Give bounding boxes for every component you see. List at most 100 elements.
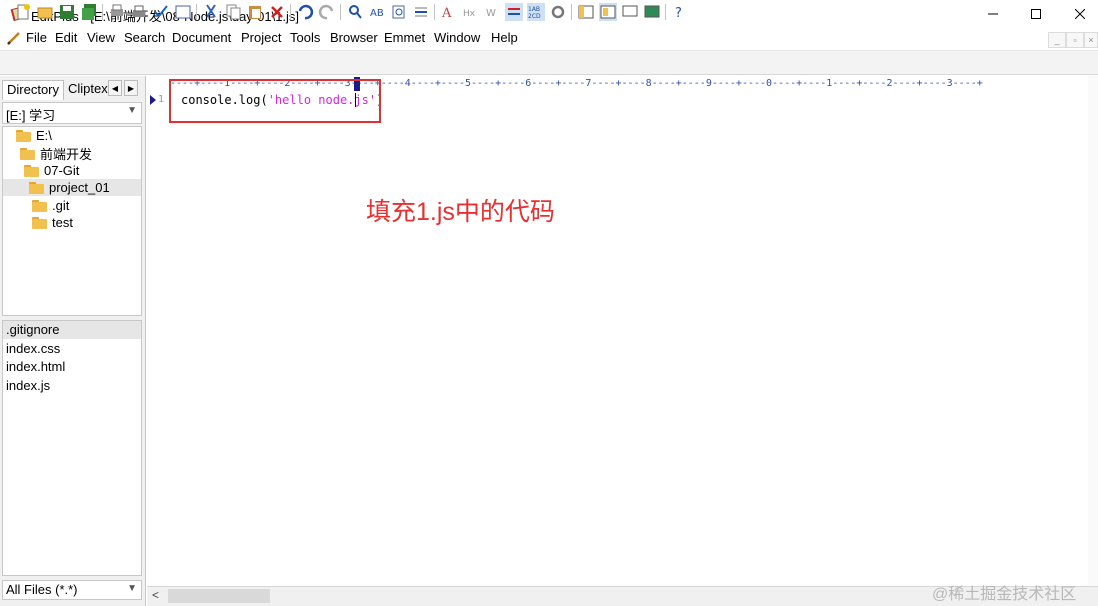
- cut-icon[interactable]: [202, 3, 220, 21]
- menu-tools[interactable]: Tools: [290, 30, 320, 45]
- scroll-left-icon[interactable]: <: [152, 588, 159, 602]
- copy-icon[interactable]: [224, 3, 242, 21]
- tree-item-label: .git: [52, 198, 70, 213]
- find-in-files-icon[interactable]: [390, 3, 408, 21]
- toolbar-separator: [571, 4, 572, 20]
- folder-icon: [32, 199, 47, 212]
- save-icon[interactable]: [58, 3, 76, 21]
- hex-view-icon[interactable]: Hx: [462, 3, 480, 21]
- screen-icon[interactable]: [643, 3, 661, 21]
- chevron-down-icon: ▼: [127, 583, 137, 594]
- paste-icon[interactable]: [246, 3, 264, 21]
- file-item-index-js[interactable]: index.js: [3, 377, 141, 395]
- svg-text:Hx: Hx: [463, 9, 476, 19]
- browser-preview-icon[interactable]: [174, 3, 192, 21]
- tree-item-label: project_01: [49, 180, 110, 195]
- spell-check-icon[interactable]: [152, 3, 170, 21]
- file-item-index-html[interactable]: index.html: [3, 358, 141, 376]
- font-icon[interactable]: A: [440, 3, 458, 21]
- annotation-text: 填充1.js中的代码: [366, 198, 555, 226]
- line-number: 1: [158, 94, 165, 105]
- menu-view[interactable]: View: [87, 30, 115, 45]
- toolbar-separator: [290, 4, 291, 20]
- undo-icon[interactable]: [296, 3, 314, 21]
- menu-emmet[interactable]: Emmet: [384, 30, 425, 45]
- tree-item-git[interactable]: .git: [32, 197, 140, 214]
- toolbar-separator: [340, 4, 341, 20]
- svg-text:1AB: 1AB: [528, 6, 540, 13]
- highlight-box: [169, 79, 381, 123]
- tree-item-label: E:\: [36, 128, 52, 143]
- settings-icon[interactable]: [549, 3, 567, 21]
- file-item-gitignore[interactable]: .gitignore: [3, 321, 141, 339]
- tree-item-label: 前端开发: [40, 147, 93, 162]
- minimize-button[interactable]: [970, 0, 1016, 28]
- toolbar-separator: [665, 4, 666, 20]
- cliptext-window-icon[interactable]: [621, 3, 639, 21]
- drive-select-value: [E:] 学习: [6, 108, 56, 123]
- editor-area[interactable]: [147, 76, 1098, 586]
- vertical-scrollbar[interactable]: [1088, 76, 1098, 586]
- drive-select[interactable]: [E:] 学习 ▼: [2, 102, 142, 124]
- redo-icon[interactable]: [318, 3, 336, 21]
- svg-text:W: W: [486, 8, 496, 19]
- folder-icon: [20, 147, 35, 160]
- tree-item-label: 07-Git: [44, 163, 80, 178]
- maximize-button[interactable]: [1013, 0, 1059, 28]
- menu-project[interactable]: Project: [241, 30, 281, 45]
- goto-line-icon[interactable]: [412, 3, 430, 21]
- tab-scroll-left-icon[interactable]: ◀: [108, 80, 122, 96]
- close-button[interactable]: [1057, 0, 1098, 28]
- pen-icon: [7, 32, 20, 45]
- mdi-minimize-button[interactable]: _: [1048, 32, 1066, 48]
- menu-window[interactable]: Window: [434, 30, 480, 45]
- menu-help[interactable]: Help: [491, 30, 518, 45]
- file-filter-select[interactable]: All Files (*.*) ▼: [2, 580, 142, 600]
- toolbar-separator: [434, 4, 435, 20]
- svg-text:2CD: 2CD: [528, 13, 541, 20]
- tab-scroll-right-icon[interactable]: ▶: [124, 80, 138, 96]
- toolbar-separator: [102, 4, 103, 20]
- tab-directory[interactable]: Directory: [2, 80, 64, 100]
- print-icon[interactable]: [130, 3, 148, 21]
- new-file-icon[interactable]: [14, 3, 32, 21]
- menu-document[interactable]: Document: [172, 30, 231, 45]
- tree-item-project-01[interactable]: project_01: [3, 179, 141, 196]
- menu-browser[interactable]: Browser: [330, 30, 378, 45]
- help-icon[interactable]: ?: [671, 3, 689, 21]
- find-icon[interactable]: [346, 3, 364, 21]
- toolbar-separator: [196, 4, 197, 20]
- menu-search[interactable]: Search: [124, 30, 165, 45]
- svg-text:?: ?: [675, 6, 682, 21]
- word-wrap-icon[interactable]: W: [484, 3, 502, 21]
- tree-item-label: test: [52, 215, 73, 230]
- mdi-close-button[interactable]: ×: [1084, 32, 1098, 48]
- tree-item-frontend[interactable]: 前端开发: [20, 145, 140, 162]
- folder-icon: [16, 129, 31, 142]
- tree-item-test[interactable]: test: [32, 214, 140, 231]
- directory-window-icon[interactable]: [577, 3, 595, 21]
- delete-icon[interactable]: [268, 3, 286, 21]
- output-window-icon[interactable]: [599, 3, 617, 21]
- line-number-icon[interactable]: 1AB2CD: [527, 3, 545, 21]
- scrollbar-thumb[interactable]: [168, 589, 270, 603]
- open-folder-icon[interactable]: [36, 3, 54, 21]
- menu-file[interactable]: File: [26, 30, 47, 45]
- chevron-down-icon: ▼: [127, 105, 137, 116]
- print-preview-icon[interactable]: [108, 3, 126, 21]
- folder-icon: [24, 164, 39, 177]
- current-line-marker-icon: [150, 95, 156, 105]
- file-item-index-css[interactable]: index.css: [3, 340, 141, 358]
- tab-cliptext[interactable]: Cliptext: [64, 80, 108, 100]
- replace-icon[interactable]: AB: [368, 3, 386, 21]
- tree-item-drive[interactable]: E:\: [16, 127, 140, 144]
- ruler-toggle-icon[interactable]: [505, 3, 523, 21]
- mdi-restore-button[interactable]: ▫: [1066, 32, 1084, 48]
- minimize-icon: [988, 13, 998, 15]
- save-all-icon[interactable]: [80, 3, 98, 21]
- menu-edit[interactable]: Edit: [55, 30, 77, 45]
- tree-item-07-git[interactable]: 07-Git: [24, 162, 140, 179]
- file-filter-value: All Files (*.*): [6, 582, 78, 597]
- folder-open-icon: [29, 181, 44, 194]
- toolbar: [0, 50, 1098, 75]
